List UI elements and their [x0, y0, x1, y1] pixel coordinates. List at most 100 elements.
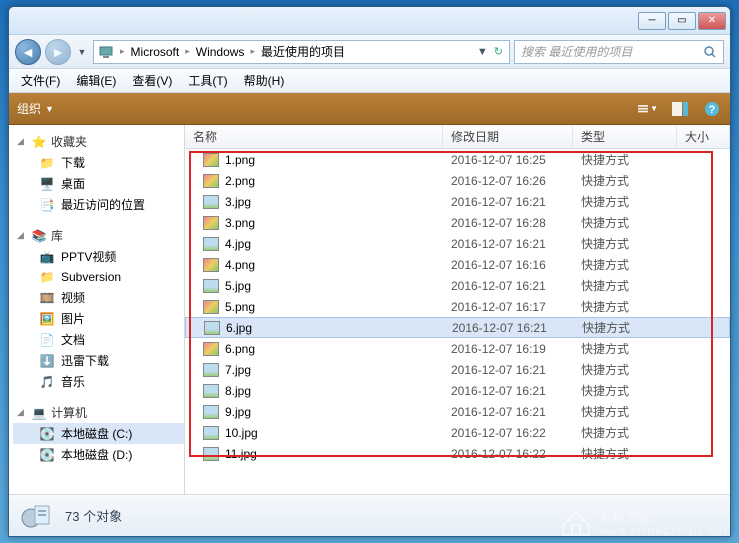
favorites-header[interactable]: ◢ ⭐ 收藏夹: [13, 131, 184, 152]
file-row[interactable]: 7.jpg2016-12-07 16:21快捷方式: [185, 359, 730, 380]
sidebar-item-desktop[interactable]: 🖥️桌面: [13, 173, 184, 194]
organize-button[interactable]: 组织 ▼: [17, 100, 54, 117]
menu-file[interactable]: 文件(F): [13, 70, 68, 91]
collapse-icon: ◢: [17, 230, 27, 241]
sidebar-item-drive-c[interactable]: 💽本地磁盘 (C:): [13, 423, 184, 444]
file-name: 1.png: [225, 153, 255, 167]
file-row[interactable]: 4.jpg2016-12-07 16:21快捷方式: [185, 233, 730, 254]
column-size[interactable]: 大小: [677, 125, 730, 148]
search-input[interactable]: 搜索 最近使用的项目: [514, 40, 724, 64]
address-bar[interactable]: ▸ Microsoft ▸ Windows ▸ 最近使用的项目 ▼ ↻: [93, 40, 510, 64]
chevron-right-icon: ▸: [118, 46, 127, 57]
file-row[interactable]: 4.png 2016-12-07 16:16快捷方式: [185, 254, 730, 275]
sidebar-item-videos[interactable]: 🎞️视频: [13, 287, 184, 308]
file-name: 2.png: [225, 174, 255, 188]
file-type: 快捷方式: [573, 193, 677, 210]
computer-icon: 💻: [31, 405, 47, 421]
sidebar-item-recent[interactable]: 📑最近访问的位置: [13, 194, 184, 215]
file-icon: [203, 216, 219, 230]
column-type[interactable]: 类型: [573, 125, 677, 148]
help-button[interactable]: ?: [702, 99, 722, 119]
breadcrumb-item[interactable]: Microsoft: [127, 41, 184, 63]
status-bar: 73 个对象: [9, 494, 730, 536]
chevron-down-icon: ▼: [45, 104, 54, 114]
menu-edit[interactable]: 编辑(E): [68, 70, 124, 91]
file-row[interactable]: 6.jpg2016-12-07 16:21快捷方式: [185, 317, 730, 338]
collapse-icon: ◢: [17, 136, 27, 147]
file-row[interactable]: 11.jpg2016-12-07 16:22快捷方式: [185, 443, 730, 464]
file-row[interactable]: 10.jpg2016-12-07 16:22快捷方式: [185, 422, 730, 443]
sidebar-item-xunlei[interactable]: ⬇️迅雷下载: [13, 350, 184, 371]
sidebar-item-pptv[interactable]: 📺PPTV视频: [13, 246, 184, 267]
sidebar-item-documents[interactable]: 📄文档: [13, 329, 184, 350]
file-type: 快捷方式: [573, 172, 677, 189]
navigation-pane: ◢ ⭐ 收藏夹 📁下载 🖥️桌面 📑最近访问的位置 ◢ 📚 库 📺PPTV视频 …: [9, 125, 185, 494]
column-name[interactable]: 名称: [185, 125, 443, 148]
breadcrumb-item[interactable]: 最近使用的项目: [257, 41, 349, 63]
file-name: 3.png: [225, 216, 255, 230]
file-date: 2016-12-07 16:21: [443, 363, 573, 377]
search-icon: [703, 45, 717, 59]
file-date: 2016-12-07 16:21: [443, 405, 573, 419]
file-icon: [204, 321, 220, 335]
column-headers: 名称 修改日期 类型 大小: [185, 125, 730, 149]
file-name: 7.jpg: [225, 363, 251, 377]
download-icon: ⬇️: [39, 353, 55, 369]
file-row[interactable]: 8.jpg2016-12-07 16:21快捷方式: [185, 380, 730, 401]
sidebar-item-downloads[interactable]: 📁下载: [13, 152, 184, 173]
sidebar-item-pictures[interactable]: 🖼️图片: [13, 308, 184, 329]
file-date: 2016-12-07 16:22: [443, 447, 573, 461]
sidebar-item-music[interactable]: 🎵音乐: [13, 371, 184, 392]
file-row[interactable]: 6.png2016-12-07 16:19快捷方式: [185, 338, 730, 359]
file-row[interactable]: 2.png2016-12-07 16:26快捷方式: [185, 170, 730, 191]
close-button[interactable]: ✕: [698, 12, 726, 30]
file-row[interactable]: 5.jpg2016-12-07 16:21快捷方式: [185, 275, 730, 296]
menu-tools[interactable]: 工具(T): [180, 70, 235, 91]
sidebar-item-svn[interactable]: 📁Subversion: [13, 267, 184, 287]
content-area: ◢ ⭐ 收藏夹 📁下载 🖥️桌面 📑最近访问的位置 ◢ 📚 库 📺PPTV视频 …: [9, 125, 730, 494]
file-type: 快捷方式: [573, 256, 677, 273]
file-list[interactable]: 1.png2016-12-07 16:25快捷方式2.png2016-12-07…: [185, 149, 730, 494]
file-date: 2016-12-07 16:22: [443, 426, 573, 440]
file-row[interactable]: 5.png2016-12-07 16:17快捷方式: [185, 296, 730, 317]
file-name: 4.png: [225, 258, 255, 272]
file-type: 快捷方式: [573, 235, 677, 252]
file-row[interactable]: 3.png2016-12-07 16:28快捷方式: [185, 212, 730, 233]
column-date[interactable]: 修改日期: [443, 125, 573, 148]
view-mode-button[interactable]: ▼: [638, 99, 658, 119]
film-icon: 🎞️: [39, 290, 55, 306]
back-button[interactable]: ◄: [15, 39, 41, 65]
file-row[interactable]: 1.png2016-12-07 16:25快捷方式: [185, 149, 730, 170]
file-icon: [203, 174, 219, 188]
desktop-icon: 🖥️: [39, 176, 55, 192]
explorer-window: ─ ▭ ✕ ◄ ► ▼ ▸ Microsoft ▸ Windows ▸ 最近使用…: [8, 6, 731, 537]
breadcrumb-item[interactable]: Windows: [192, 41, 249, 63]
chevron-right-icon: ▸: [183, 46, 192, 57]
menu-view[interactable]: 查看(V): [124, 70, 180, 91]
preview-pane-button[interactable]: [670, 99, 690, 119]
computer-header[interactable]: ◢ 💻 计算机: [13, 402, 184, 423]
sidebar-item-drive-d[interactable]: 💽本地磁盘 (D:): [13, 444, 184, 465]
address-dropdown-icon[interactable]: ▼: [477, 46, 488, 58]
libraries-header[interactable]: ◢ 📚 库: [13, 225, 184, 246]
file-name: 3.jpg: [225, 195, 251, 209]
items-icon: [21, 500, 53, 532]
file-list-pane: 名称 修改日期 类型 大小 1.png2016-12-07 16:25快捷方式2…: [185, 125, 730, 494]
forward-button[interactable]: ►: [45, 39, 71, 65]
file-row[interactable]: 9.jpg2016-12-07 16:21快捷方式: [185, 401, 730, 422]
history-dropdown[interactable]: ▼: [75, 39, 89, 65]
file-name: 10.jpg: [225, 426, 258, 440]
file-row[interactable]: 3.jpg2016-12-07 16:21快捷方式: [185, 191, 730, 212]
file-icon: [203, 258, 219, 272]
file-date: 2016-12-07 16:21: [443, 384, 573, 398]
folder-icon: 📁: [39, 155, 55, 171]
computer-icon[interactable]: [94, 41, 118, 63]
minimize-button[interactable]: ─: [638, 12, 666, 30]
maximize-button[interactable]: ▭: [668, 12, 696, 30]
menu-help[interactable]: 帮助(H): [236, 70, 293, 91]
file-date: 2016-12-07 16:21: [443, 279, 573, 293]
file-icon: [203, 405, 219, 419]
file-type: 快捷方式: [574, 319, 678, 336]
refresh-icon[interactable]: ↻: [494, 45, 503, 58]
file-date: 2016-12-07 16:16: [443, 258, 573, 272]
